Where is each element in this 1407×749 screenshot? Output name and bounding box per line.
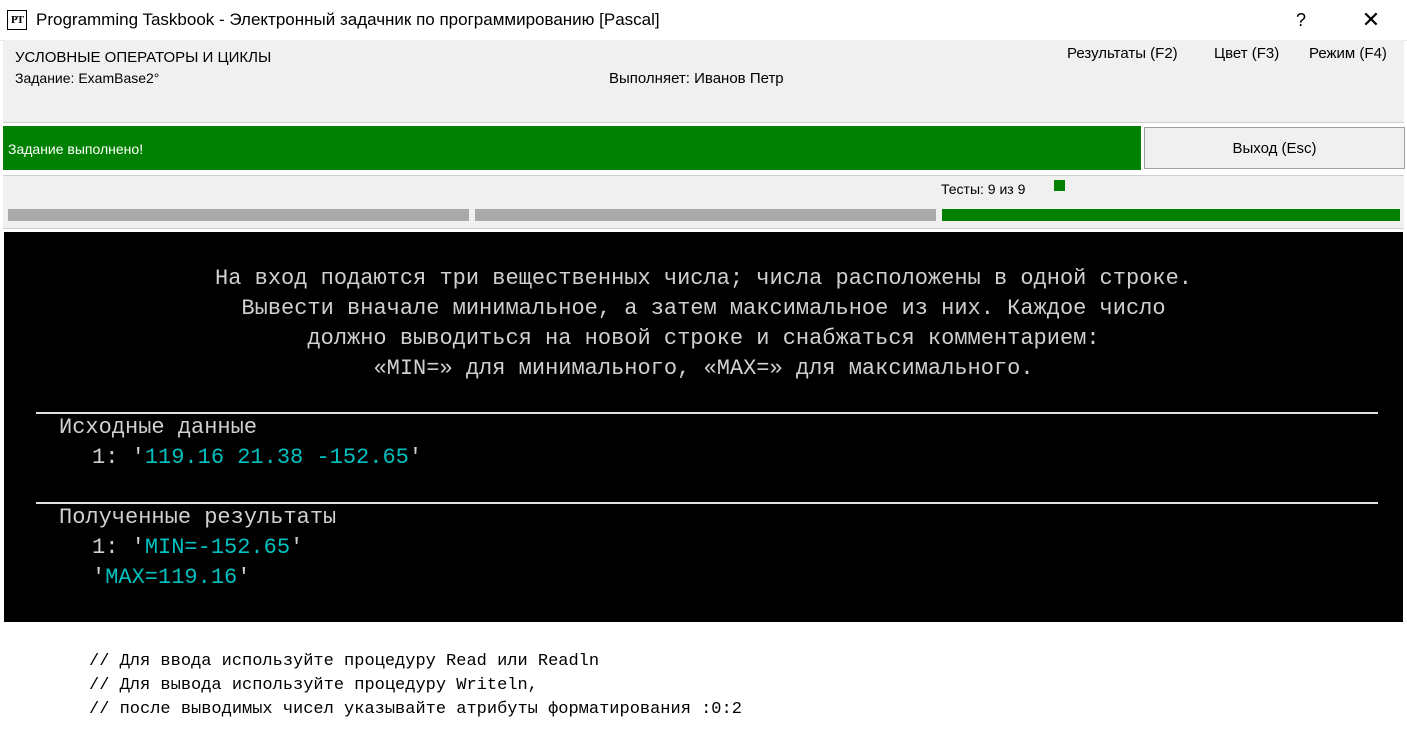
task-header: УСЛОВНЫЕ ОПЕРАТОРЫ И ЦИКЛЫ Задание: Exam…: [3, 40, 1404, 123]
description-line: Вывести вначале минимальное, а затем мак…: [241, 296, 1166, 321]
status-bar: Задание выполнено!: [3, 126, 1141, 170]
mode-menu[interactable]: Режим (F4): [1309, 45, 1387, 62]
task-console: На вход подаются три вещественных числа;…: [4, 232, 1403, 622]
output-heading: Полученные результаты: [59, 505, 337, 530]
output-value-max: MAX=119.16: [105, 565, 238, 590]
input-value: 119.16 21.38 -152.65: [144, 445, 409, 470]
app-icon: PT: [7, 10, 27, 30]
output-value-min: MIN=-152.65: [144, 535, 291, 560]
progress-segment-3: [942, 209, 1400, 221]
tests-status-indicator: [1054, 180, 1065, 191]
tests-counter: Тесты: 9 из 9: [941, 181, 1026, 197]
output-line-2: 'MAX=119.16': [92, 565, 251, 590]
hints-area: // Для ввода используйте процедуру Read …: [4, 624, 1403, 746]
help-button[interactable]: ?: [1278, 0, 1324, 40]
close-button[interactable]: ✕: [1348, 0, 1394, 40]
hint-line: // после выводимых чисел указывайте атри…: [89, 700, 742, 719]
exit-button[interactable]: Выход (Esc): [1144, 127, 1405, 169]
hint-line: // Для ввода используйте процедуру Read …: [89, 652, 600, 671]
input-line: 1: '119.16 21.38 -152.65': [92, 445, 423, 470]
color-menu[interactable]: Цвет (F3): [1214, 45, 1279, 62]
task-description: На вход подаются три вещественных числа;…: [4, 264, 1403, 384]
description-line: «MIN=» для минимального, «MAX=» для макс…: [373, 356, 1034, 381]
results-menu[interactable]: Результаты (F2): [1067, 45, 1178, 62]
title-bar: PT Programming Taskbook - Электронный за…: [0, 0, 1407, 41]
performer-name: Выполняет: Иванов Петр: [609, 70, 784, 87]
progress-segment-1: [8, 209, 469, 221]
description-line: должно выводиться на новой строке и снаб…: [307, 326, 1100, 351]
status-message: Задание выполнено!: [8, 141, 144, 157]
window-title: Programming Taskbook - Электронный задач…: [36, 10, 660, 29]
description-line: На вход подаются три вещественных числа;…: [215, 266, 1192, 291]
progress-segment-2: [475, 209, 936, 221]
hint-line: // Для вывода используйте процедуру Writ…: [89, 676, 538, 695]
input-heading: Исходные данные: [59, 415, 258, 440]
tests-panel: Тесты: 9 из 9: [3, 175, 1404, 229]
output-line-1: 1: 'MIN=-152.65': [92, 535, 304, 560]
section-title: УСЛОВНЫЕ ОПЕРАТОРЫ И ЦИКЛЫ: [15, 49, 272, 66]
task-name: Задание: ExamBase2°: [15, 70, 160, 86]
